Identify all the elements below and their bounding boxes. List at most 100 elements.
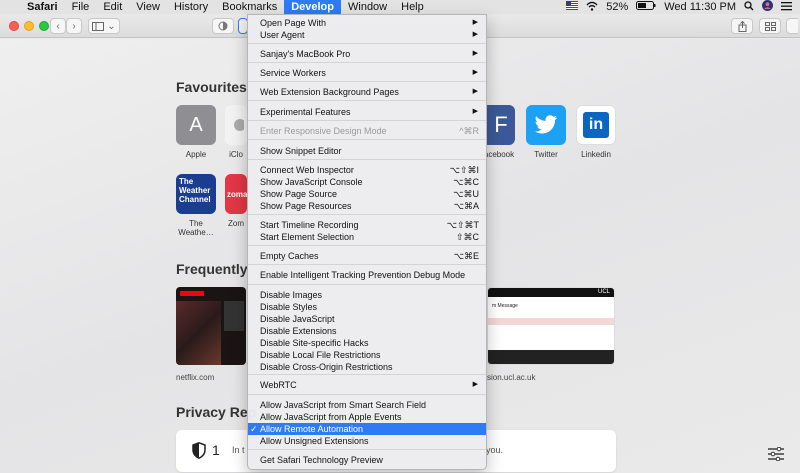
menu-item-label: Allow JavaScript from Apple Events (260, 412, 402, 422)
menu-view[interactable]: View (129, 0, 167, 14)
menu-item-label: Disable Local File Restrictions (260, 350, 381, 360)
favourite-apple-label: Apple (185, 150, 207, 159)
favourite-linkedin[interactable]: in (576, 105, 616, 145)
battery-icon[interactable] (636, 1, 656, 13)
menu-safari[interactable]: Safari (20, 0, 65, 14)
menu-item-web-extension-background-pages[interactable]: Web Extension Background Pages ▶ (248, 86, 486, 98)
ucl-thumbnail[interactable]: UCL m Message (487, 287, 615, 365)
menu-separator (248, 43, 486, 44)
spotlight-search-icon[interactable] (744, 0, 754, 14)
menu-item-disable-images[interactable]: Disable Images (248, 289, 486, 301)
menu-item-sanjay-s-macbook-pro[interactable]: Sanjay's MacBook Pro ▶ (248, 48, 486, 60)
tab-overview-icon (764, 21, 776, 31)
notification-center-icon[interactable] (781, 1, 792, 14)
menu-item-label: Disable Cross-Origin Restrictions (260, 362, 393, 372)
menu-item-shortcut: ⌥⌘A (453, 201, 479, 211)
new-tab-button[interactable] (786, 18, 798, 34)
close-window-button[interactable] (9, 21, 19, 31)
menu-history[interactable]: History (167, 0, 215, 14)
menu-item-label: Show Page Resources (260, 201, 352, 211)
menu-item-get-safari-technology-preview[interactable]: Get Safari Technology Preview (248, 454, 486, 466)
apple-menu-icon[interactable] (0, 0, 20, 14)
back-button[interactable]: ‹ (50, 18, 66, 34)
sidebar-toggle-button[interactable]: ⌄ (88, 18, 120, 34)
menu-help[interactable]: Help (394, 0, 431, 14)
menu-item-webrtc[interactable]: WebRTC ▶ (248, 379, 486, 391)
favourite-icloud[interactable] (225, 105, 247, 145)
forward-button[interactable]: › (66, 18, 82, 34)
clock[interactable]: Wed 11:30 PM (664, 1, 736, 13)
menu-item-disable-local-file-restrictions[interactable]: Disable Local File Restrictions (248, 349, 486, 361)
share-button[interactable] (731, 18, 753, 34)
menu-item-label: Allow JavaScript from Smart Search Field (260, 400, 427, 410)
menu-item-show-javascript-console[interactable]: Show JavaScript Console ⌥⌘C (248, 176, 486, 188)
menu-item-show-page-resources[interactable]: Show Page Resources ⌥⌘A (248, 200, 486, 212)
menu-item-connect-web-inspector[interactable]: Connect Web Inspector ⌥⇧⌘I (248, 164, 486, 176)
menu-item-open-page-with[interactable]: Open Page With ▶ (248, 17, 486, 29)
favourite-zomato[interactable]: zomato (225, 174, 247, 214)
menu-item-show-page-source[interactable]: Show Page Source ⌥⌘U (248, 188, 486, 200)
submenu-arrow-icon: ▶ (472, 69, 478, 76)
user-avatar-icon[interactable] (762, 0, 773, 14)
menu-item-disable-styles[interactable]: Disable Styles (248, 301, 486, 313)
twitter-bird-icon (535, 115, 558, 134)
icloud-icon (234, 119, 244, 131)
battery-percent: 52% (606, 1, 629, 13)
netflix-label: netflix.com (176, 373, 215, 382)
menu-separator (248, 159, 486, 160)
menu-window[interactable]: Window (341, 0, 394, 14)
favourite-twitter[interactable] (526, 105, 566, 145)
menu-item-experimental-features[interactable]: Experimental Features ▶ (248, 106, 486, 118)
menu-item-label: Connect Web Inspector (260, 165, 354, 175)
trackers-count: 1 (212, 442, 220, 458)
favourite-apple[interactable]: A (176, 105, 216, 145)
customize-start-page-icon[interactable] (768, 446, 784, 463)
menu-file[interactable]: File (65, 0, 97, 14)
menu-item-shortcut: ^⌘R (459, 126, 479, 136)
menu-item-enter-responsive-design-mode: Enter Responsive Design Mode ^⌘R (248, 125, 486, 137)
flag-icon[interactable] (566, 1, 579, 13)
minimize-window-button[interactable] (24, 21, 34, 31)
favourite-icloud-label: iClo (229, 150, 243, 159)
submenu-arrow-icon: ▶ (472, 381, 478, 388)
tab-overview-button[interactable] (759, 18, 781, 34)
menu-item-label: Service Workers (260, 68, 326, 78)
menu-item-empty-caches[interactable]: Empty Caches ⌥⌘E (248, 250, 486, 262)
menu-develop[interactable]: Develop (284, 0, 341, 14)
favourite-weather-label-line1: The (189, 219, 203, 228)
menu-item-disable-javascript[interactable]: Disable JavaScript (248, 313, 486, 325)
menu-item-allow-remote-automation[interactable]: ✓ Allow Remote Automation (248, 423, 486, 435)
reader-privacy-button[interactable] (212, 18, 234, 34)
menu-item-label: Show Page Source (260, 189, 338, 199)
netflix-thumbnail[interactable] (176, 287, 246, 365)
menu-item-start-timeline-recording[interactable]: Start Timeline Recording ⌥⇧⌘T (248, 219, 486, 231)
menu-item-enable-intelligent-tracking-prevention-debug-mode[interactable]: Enable Intelligent Tracking Prevention D… (248, 269, 486, 281)
menu-item-allow-javascript-from-apple-events[interactable]: Allow JavaScript from Apple Events (248, 411, 486, 423)
menu-item-start-element-selection[interactable]: Start Element Selection ⇧⌘C (248, 231, 486, 243)
menu-item-shortcut: ⌥⌘E (453, 251, 479, 261)
menu-item-allow-unsigned-extensions[interactable]: Allow Unsigned Extensions (248, 435, 486, 447)
favourite-zomato-label: Zom (228, 219, 244, 228)
menu-item-show-snippet-editor[interactable]: Show Snippet Editor (248, 145, 486, 157)
menu-item-allow-javascript-from-smart-search-field[interactable]: Allow JavaScript from Smart Search Field (248, 399, 486, 411)
menu-item-label: Disable Styles (260, 302, 318, 312)
menu-bookmarks[interactable]: Bookmarks (215, 0, 284, 14)
menu-item-disable-cross-origin-restrictions[interactable]: Disable Cross-Origin Restrictions (248, 361, 486, 373)
zoom-window-button[interactable] (39, 21, 49, 31)
menu-item-disable-site-specific-hacks[interactable]: Disable Site-specific Hacks (248, 337, 486, 349)
menu-item-disable-extensions[interactable]: Disable Extensions (248, 325, 486, 337)
menu-item-label: Start Timeline Recording (260, 220, 359, 230)
wifi-icon[interactable] (586, 1, 598, 14)
menu-separator (248, 100, 486, 101)
favourite-facebook-label: acebook (483, 150, 515, 159)
favourite-weather-channel[interactable]: The Weather Channel (176, 174, 216, 214)
menu-item-label: Open Page With (260, 18, 327, 28)
privacy-text-end: you. (486, 445, 504, 455)
menu-edit[interactable]: Edit (96, 0, 129, 14)
linkedin-logo-icon: in (583, 112, 609, 138)
favourite-facebook[interactable]: F (487, 105, 515, 145)
menu-item-shortcut: ⌥⌘U (453, 189, 479, 199)
menu-item-shortcut: ⌥⌘C (453, 177, 479, 187)
menu-item-user-agent[interactable]: User Agent ▶ (248, 29, 486, 41)
menu-item-service-workers[interactable]: Service Workers ▶ (248, 67, 486, 79)
